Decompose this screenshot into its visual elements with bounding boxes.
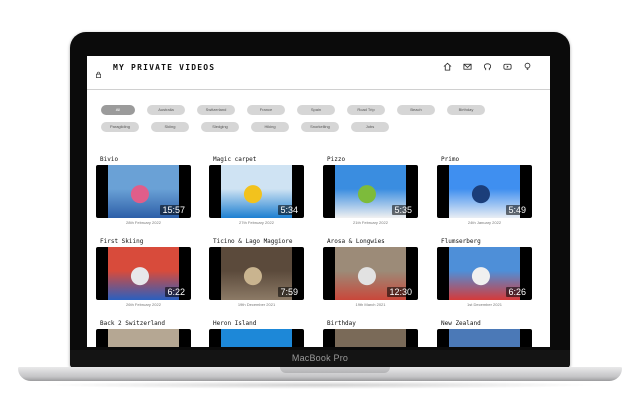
video-duration: 7:59	[278, 287, 300, 297]
filter-chip[interactable]: Jobs	[351, 122, 389, 132]
site-header: MY PRIVATE VIDEOS	[87, 56, 550, 90]
video-duration: 6:26	[506, 287, 528, 297]
video-duration: 5:49	[506, 205, 528, 215]
filter-chip[interactable]: Hiking	[251, 122, 289, 132]
video-date: 19th December 2021	[237, 302, 276, 307]
video-thumbnail[interactable]	[96, 329, 191, 347]
video-thumbnail[interactable]	[323, 329, 418, 347]
bulb-icon[interactable]	[523, 62, 532, 71]
video-title: Bivio	[100, 156, 119, 163]
filter-chip[interactable]: Spain	[297, 105, 335, 115]
video-date: 27th February 2022	[239, 220, 274, 225]
filter-chip[interactable]: France	[247, 105, 285, 115]
video-duration: 5:35	[392, 205, 414, 215]
video-card[interactable]: Ticino & Lago Maggiore 7:59 19th Decembe…	[209, 238, 304, 307]
lock-icon	[95, 63, 102, 78]
video-thumbnail[interactable]: 12:30	[323, 247, 418, 300]
video-title: Heron Island	[213, 320, 257, 327]
filter-chip-all[interactable]: All	[101, 105, 135, 115]
filter-chip[interactable]: Birthday	[447, 105, 485, 115]
filter-chip[interactable]: Paragliding	[101, 122, 139, 132]
video-card[interactable]: Pizzo 5:35 21th February 2022	[323, 156, 418, 225]
video-thumbnail[interactable]	[209, 329, 304, 347]
filter-chips: All Australia Switzerland France Spain R…	[101, 105, 541, 139]
video-title: First Skiing	[100, 238, 144, 245]
filter-chip[interactable]: Switzerland	[197, 105, 235, 115]
page-title: MY PRIVATE VIDEOS	[113, 63, 216, 72]
video-card[interactable]: Flumserberg 6:26 1st December 2021	[437, 238, 532, 307]
video-thumbnail[interactable]: 6:22	[96, 247, 191, 300]
home-icon[interactable]	[443, 62, 452, 71]
video-card[interactable]: Magic carpet 5:34 27th February 2022	[209, 156, 304, 225]
video-card[interactable]: Heron Island	[209, 320, 304, 347]
video-date: 26th February 2022	[126, 302, 161, 307]
youtube-icon[interactable]	[503, 62, 512, 71]
video-title: Birthday	[327, 320, 356, 327]
video-card[interactable]: New Zealand	[437, 320, 532, 347]
filter-row-1: All Australia Switzerland France Spain R…	[101, 105, 541, 115]
laptop-chin: MacBook Pro	[70, 350, 570, 368]
laptop-notch	[280, 367, 390, 373]
video-title: New Zealand	[441, 320, 481, 327]
github-icon[interactable]	[483, 62, 492, 71]
filter-chip[interactable]: Australia	[147, 105, 185, 115]
video-thumbnail[interactable]	[437, 329, 532, 347]
filter-chip[interactable]: Skiing	[151, 122, 189, 132]
header-nav	[443, 62, 532, 71]
video-duration: 5:34	[278, 205, 300, 215]
video-title: Flumserberg	[441, 238, 481, 245]
video-thumbnail[interactable]: 5:34	[209, 165, 304, 218]
video-thumbnail[interactable]: 5:49	[437, 165, 532, 218]
video-title: Primo	[441, 156, 460, 163]
video-date: 19th March 2021	[355, 302, 386, 307]
video-title: Ticino & Lago Maggiore	[213, 238, 293, 245]
video-card[interactable]: Primo 5:49 24th January 2022	[437, 156, 532, 225]
video-thumbnail[interactable]: 7:59	[209, 247, 304, 300]
video-title: Pizzo	[327, 156, 346, 163]
video-card[interactable]: Bivio 15:57 28th February 2022	[96, 156, 191, 225]
browser-screen: MY PRIVATE VIDEOS All Australia Switzerl…	[87, 56, 550, 347]
video-card[interactable]: Arosa & Longwies 12:30 19th March 2021	[323, 238, 418, 307]
video-card[interactable]: Back 2 Switzerland	[96, 320, 191, 347]
video-card[interactable]: Birthday	[323, 320, 418, 347]
video-date: 24th January 2022	[467, 220, 502, 225]
laptop-shadow	[40, 381, 600, 389]
video-duration: 6:22	[165, 287, 187, 297]
video-thumbnail[interactable]: 6:26	[437, 247, 532, 300]
filter-chip[interactable]: Sledging	[201, 122, 239, 132]
filter-chip[interactable]: Snorkelling	[301, 122, 339, 132]
mail-icon[interactable]	[463, 62, 472, 71]
video-date: 28th February 2022	[126, 220, 161, 225]
filter-row-2: Paragliding Skiing Sledging Hiking Snork…	[101, 122, 541, 132]
video-title: Magic carpet	[213, 156, 257, 163]
device-label: MacBook Pro	[291, 353, 349, 363]
video-duration: 15:57	[160, 205, 187, 215]
video-duration: 12:30	[387, 287, 414, 297]
video-date: 21th February 2022	[353, 220, 388, 225]
video-thumbnail[interactable]: 5:35	[323, 165, 418, 218]
video-thumbnail[interactable]: 15:57	[96, 165, 191, 218]
video-date: 1st December 2021	[467, 302, 502, 307]
laptop-base	[18, 367, 622, 381]
video-card[interactable]: First Skiing 6:22 26th February 2022	[96, 238, 191, 307]
video-title: Arosa & Longwies	[327, 238, 385, 245]
video-title: Back 2 Switzerland	[100, 320, 166, 327]
filter-chip[interactable]: Beach	[397, 105, 435, 115]
filter-chip[interactable]: Road Trip	[347, 105, 385, 115]
